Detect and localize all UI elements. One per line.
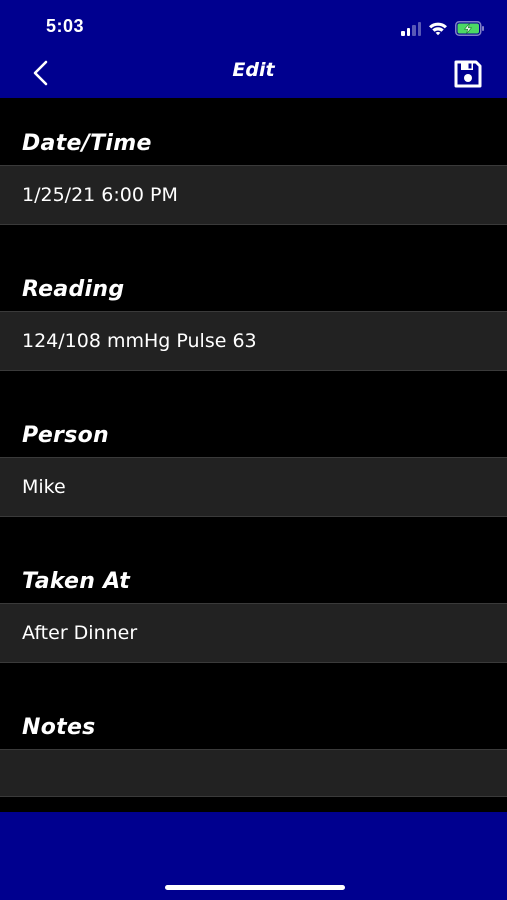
taken-at-field[interactable]: After Dinner <box>0 603 507 663</box>
date-time-field[interactable]: 1/25/21 6:00 PM <box>0 165 507 225</box>
page-title: Edit <box>232 59 275 81</box>
back-button[interactable] <box>28 58 56 90</box>
navigation-header: 5:03 Edit <box>0 0 507 98</box>
notes-label: Notes <box>22 715 96 740</box>
home-indicator[interactable] <box>165 885 345 890</box>
wifi-icon <box>428 21 448 36</box>
chevron-left-icon <box>33 60 48 86</box>
status-icons <box>401 18 485 36</box>
cellular-signal-icon <box>401 22 421 36</box>
reading-field[interactable]: 124/108 mmHg Pulse 63 <box>0 311 507 371</box>
battery-charging-icon <box>455 21 485 36</box>
taken-at-label: Taken At <box>22 569 131 594</box>
floppy-disk-icon <box>454 60 482 88</box>
save-button[interactable] <box>453 59 483 89</box>
date-time-label: Date/Time <box>22 131 152 156</box>
notes-field[interactable] <box>0 749 507 797</box>
person-field[interactable]: Mike <box>0 457 507 517</box>
reading-label: Reading <box>22 277 125 302</box>
status-time: 5:03 <box>46 16 85 36</box>
person-label: Person <box>22 423 109 448</box>
